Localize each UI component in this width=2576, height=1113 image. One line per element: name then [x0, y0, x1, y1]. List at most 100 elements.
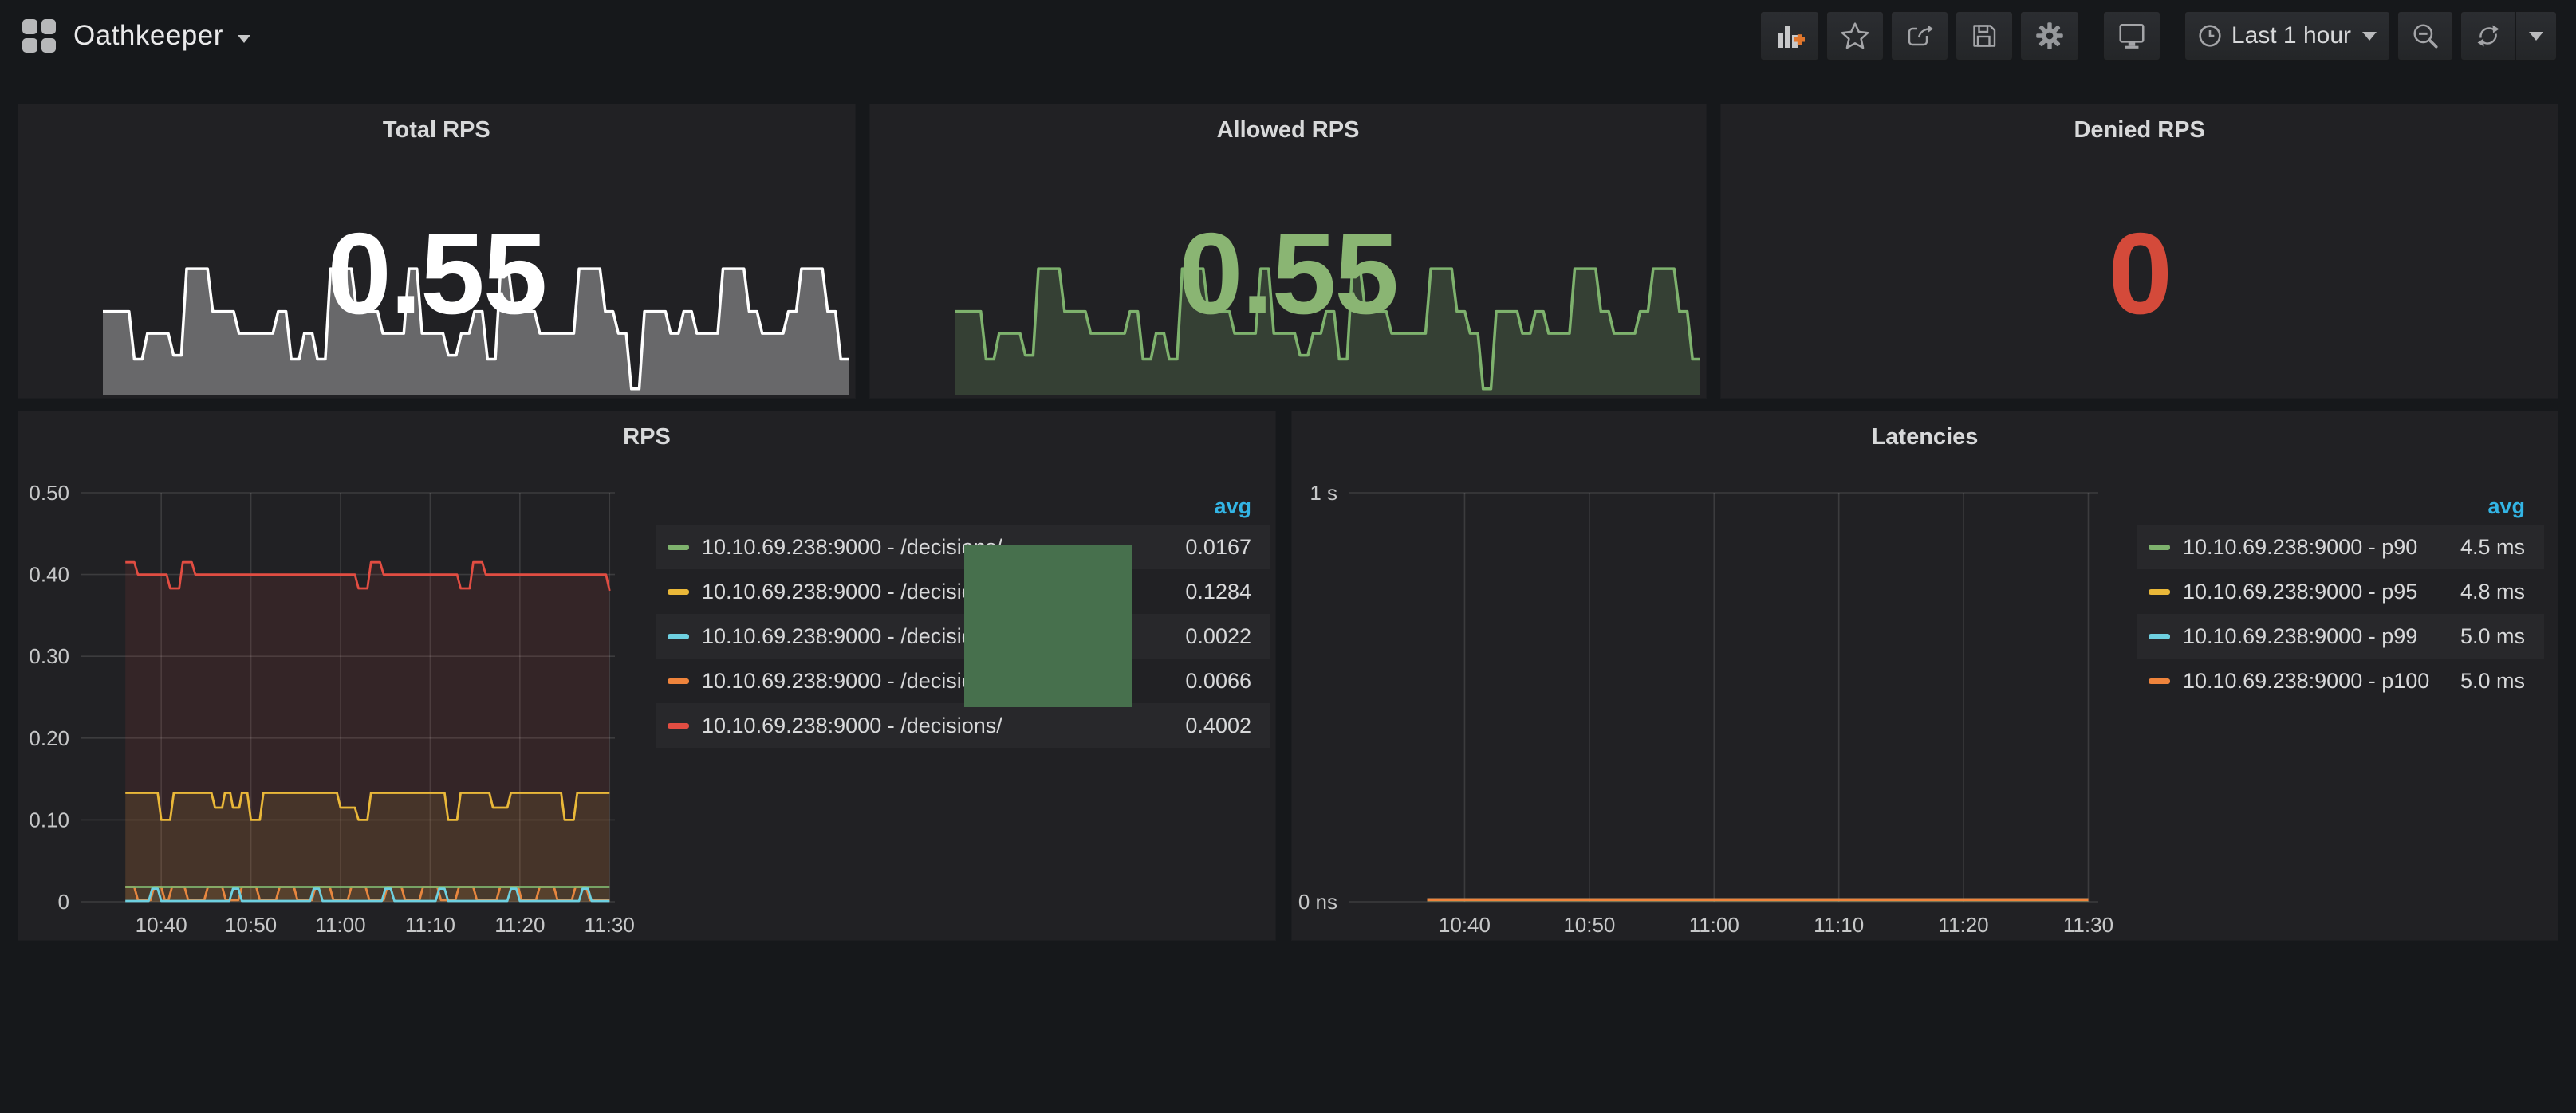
add-panel-button[interactable] [1760, 11, 1819, 61]
series-avg-value: 0.4002 [1185, 714, 1251, 738]
graph-panels-row: RPS 0.500.400.300.200.10010:4010:5011:00… [0, 411, 2576, 941]
svg-text:11:10: 11:10 [405, 913, 455, 933]
svg-text:0.10: 0.10 [29, 808, 69, 832]
series-color-swatch [668, 678, 689, 684]
svg-text:11:10: 11:10 [1814, 913, 1864, 933]
navbar: Oathkeeper [0, 0, 2576, 72]
series-avg-value: 5.0 ms [2460, 624, 2525, 649]
legend-avg-header: avg [2137, 488, 2544, 525]
svg-text:11:20: 11:20 [494, 913, 545, 933]
legend-row[interactable]: 10.10.69.238:9000 - /decisions/0.0167 [656, 525, 1270, 569]
series-avg-value: 4.8 ms [2460, 580, 2525, 604]
rps-chart-canvas[interactable]: 0.500.400.300.200.10010:4010:5011:0011:1… [25, 462, 647, 933]
tv-mode-button[interactable] [2103, 11, 2160, 61]
dashboard-settings-button[interactable] [2020, 11, 2079, 61]
dashboard-brand: Oathkeeper [22, 19, 250, 53]
panel-title[interactable]: Allowed RPS [870, 117, 1707, 144]
svg-text:0 ns: 0 ns [1298, 890, 1337, 914]
panel-rps-graph: RPS 0.500.400.300.200.10010:4010:5011:00… [18, 411, 1276, 941]
latencies-chart-canvas[interactable]: 1 s0 ns10:4010:5011:0011:1011:2011:30 [1298, 462, 2144, 933]
stat-value: 0.55 [18, 216, 855, 332]
time-range-picker[interactable]: Last 1 hour [2184, 11, 2390, 61]
refresh-interval-dropdown[interactable] [2515, 12, 2556, 60]
legend-avg-header: avg [656, 488, 1270, 525]
zoom-out-button[interactable] [2397, 11, 2453, 61]
svg-text:10:40: 10:40 [1439, 913, 1491, 933]
panel-title[interactable]: Total RPS [18, 117, 855, 144]
svg-text:0: 0 [58, 890, 69, 914]
refresh-button-group [2460, 11, 2557, 61]
legend-row[interactable]: 10.10.69.238:9000 - p100 5.0 ms [2137, 659, 2544, 703]
svg-text:0.20: 0.20 [29, 726, 69, 750]
series-color-swatch [668, 723, 689, 729]
refresh-icon [2474, 22, 2503, 50]
svg-text:0.40: 0.40 [29, 563, 69, 587]
series-label[interactable]: 10.10.69.238:9000 - p90 [2183, 535, 2444, 560]
panel-denied-rps: Denied RPS 0 [1720, 104, 2558, 399]
stat-value: 0 [1721, 216, 2558, 332]
series-color-swatch [2149, 545, 2170, 550]
green-overlay-box [964, 545, 1132, 707]
series-label[interactable]: 10.10.69.238:9000 - p99 [2183, 624, 2444, 649]
monitor-icon [2117, 21, 2147, 51]
svg-text:11:00: 11:00 [1689, 913, 1739, 933]
svg-text:11:20: 11:20 [1939, 913, 1989, 933]
series-color-swatch [2149, 678, 2170, 684]
series-avg-value: 0.1284 [1185, 580, 1251, 604]
chevron-down-icon[interactable] [238, 35, 250, 43]
add-panel-icon [1774, 20, 1806, 52]
svg-text:0.30: 0.30 [29, 644, 69, 668]
series-label[interactable]: 10.10.69.238:9000 - /decisions/ [702, 714, 1169, 738]
series-avg-value: 4.5 ms [2460, 535, 2525, 560]
gear-icon [2034, 20, 2066, 52]
svg-text:11:00: 11:00 [315, 913, 365, 933]
legend-row[interactable]: 10.10.69.238:9000 - /decisions/0.0066 [656, 659, 1270, 703]
legend-row[interactable]: 10.10.69.238:9000 - p99 5.0 ms [2137, 614, 2544, 659]
series-color-swatch [668, 634, 689, 639]
chevron-down-icon [2362, 32, 2377, 41]
series-label[interactable]: 10.10.69.238:9000 - p95 [2183, 580, 2444, 604]
panel-title[interactable]: RPS [18, 424, 1275, 450]
share-dashboard-button[interactable] [1891, 11, 1948, 61]
series-avg-value: 0.0167 [1185, 535, 1251, 560]
star-dashboard-button[interactable] [1826, 11, 1884, 61]
latencies-legend: avg10.10.69.238:9000 - p904.5 ms10.10.69… [2137, 488, 2544, 703]
series-avg-value: 5.0 ms [2460, 669, 2525, 694]
series-avg-value: 0.0022 [1185, 624, 1251, 649]
navbar-actions: Last 1 hour [1760, 11, 2557, 61]
legend-row[interactable]: 10.10.69.238:9000 - p90 4.5 ms [2137, 525, 2544, 569]
series-avg-value: 0.0066 [1185, 669, 1251, 694]
chevron-down-icon [2529, 32, 2543, 41]
series-color-swatch [668, 589, 689, 595]
legend-rows: 10.10.69.238:9000 - p904.5 ms10.10.69.23… [2137, 525, 2544, 703]
svg-text:11:30: 11:30 [2063, 913, 2113, 933]
series-color-swatch [2149, 634, 2170, 639]
rps-legend: avg10.10.69.238:9000 - /decisions/0.0167… [656, 488, 1270, 748]
stat-value: 0.55 [870, 216, 1707, 332]
panel-title[interactable]: Denied RPS [1721, 117, 2558, 144]
panel-latencies-graph: Latencies 1 s0 ns10:4010:5011:0011:1011:… [1291, 411, 2558, 941]
star-icon [1840, 21, 1870, 51]
legend-rows: 10.10.69.238:9000 - /decisions/0.016710.… [656, 525, 1270, 748]
series-label[interactable]: 10.10.69.238:9000 - p100 [2183, 669, 2444, 694]
svg-text:11:30: 11:30 [585, 913, 635, 933]
panel-allowed-rps: Allowed RPS 0.55 [869, 104, 1707, 399]
clock-icon [2198, 24, 2222, 48]
save-dashboard-button[interactable] [1956, 11, 2013, 61]
svg-text:1 s: 1 s [1310, 481, 1337, 505]
dashboard-picker-grid-icon[interactable] [22, 19, 56, 53]
zoom-out-icon [2411, 22, 2440, 50]
legend-row[interactable]: 10.10.69.238:9000 - /decisions/0.4002 [656, 703, 1270, 748]
save-icon [1969, 21, 1999, 51]
share-icon [1904, 21, 1935, 51]
dashboard-title[interactable]: Oathkeeper [73, 20, 223, 52]
legend-row[interactable]: 10.10.69.238:9000 - /decisions/0.0022 [656, 614, 1270, 659]
legend-row[interactable]: 10.10.69.238:9000 - p95 4.8 ms [2137, 569, 2544, 614]
legend-row[interactable]: 10.10.69.238:9000 - /decisions/0.1284 [656, 569, 1270, 614]
svg-text:0.50: 0.50 [29, 481, 69, 505]
series-color-swatch [2149, 589, 2170, 595]
refresh-button[interactable] [2461, 12, 2515, 60]
panel-title[interactable]: Latencies [1292, 424, 2558, 450]
panel-total-rps: Total RPS 0.55 [18, 104, 856, 399]
series-color-swatch [668, 545, 689, 550]
